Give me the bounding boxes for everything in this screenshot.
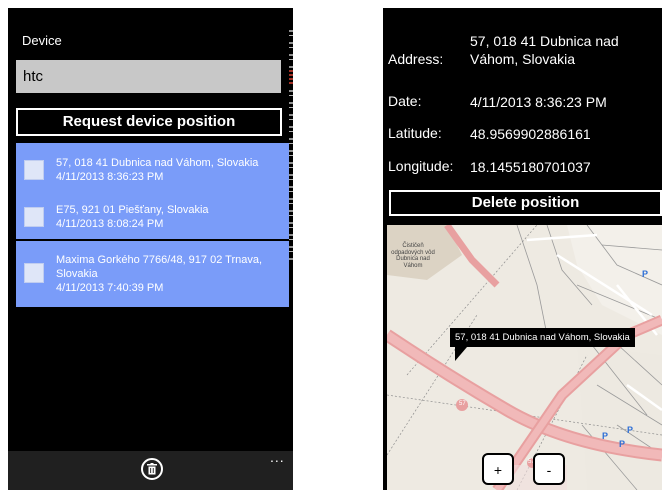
checkbox[interactable] — [24, 263, 44, 283]
latitude-label: Latitude: — [388, 125, 442, 141]
parking-icon: P — [619, 439, 626, 449]
zoom-out-button[interactable]: - — [533, 453, 565, 485]
area-label: Čističeň odpadových vôd Dubnica nad Váho… — [391, 243, 435, 269]
position-address: Maxima Gorkého 7766/48, 917 02 Trnava, S… — [56, 254, 263, 280]
position-date: 4/11/2013 7:40:39 PM — [56, 282, 164, 294]
device-input[interactable]: htc — [16, 60, 281, 93]
position-address: 57, 018 41 Dubnica nad Váhom, Slovakia — [56, 157, 259, 169]
trash-icon[interactable] — [141, 458, 163, 480]
request-position-button[interactable]: Request device position — [16, 108, 282, 136]
position-date: 4/11/2013 8:36:23 PM — [56, 171, 164, 183]
app-bar: ... — [8, 449, 293, 490]
date-label: Date: — [388, 93, 422, 109]
device-list-screen: Device htc Request device position 57, 0… — [8, 8, 293, 490]
parking-icon: P — [627, 425, 634, 435]
position-list-item[interactable]: E75, 921 01 Piešťany, Slovakia 4/11/2013… — [16, 194, 289, 239]
date-value: 4/11/2013 8:36:23 PM — [470, 94, 607, 110]
latitude-value: 48.9569902886161 — [470, 126, 591, 142]
delete-position-button[interactable]: Delete position — [389, 190, 662, 216]
address-value: 57, 018 41 Dubnica nad Váhom, Slovakia — [470, 33, 619, 67]
checkbox[interactable] — [24, 207, 44, 227]
scrollbar[interactable] — [289, 30, 293, 260]
map-pin-popup[interactable]: 57, 018 41 Dubnica nad Váhom, Slovakia — [450, 328, 635, 347]
more-menu-button[interactable]: ... — [270, 449, 285, 465]
position-list-item[interactable]: Maxima Gorkého 7766/48, 917 02 Trnava, S… — [16, 241, 289, 307]
longitude-value: 18.1455180701037 — [470, 159, 591, 175]
zoom-in-button[interactable]: + — [482, 453, 514, 485]
position-list-item[interactable]: 57, 018 41 Dubnica nad Váhom, Slovakia 4… — [16, 143, 289, 197]
parking-icon: P — [602, 431, 609, 441]
road-label: 57 — [459, 401, 466, 407]
parking-icon: P — [642, 269, 649, 279]
map-pin-icon — [455, 347, 467, 361]
position-date: 4/11/2013 8:08:24 PM — [56, 218, 164, 230]
position-address: E75, 921 01 Piešťany, Slovakia — [56, 204, 209, 216]
device-label: Device — [22, 33, 62, 48]
position-detail-screen: Address: 57, 018 41 Dubnica nad Váhom, S… — [383, 8, 662, 490]
map-view[interactable]: Čističeň odpadových vôd Dubnica nad Váho… — [387, 225, 662, 490]
address-label: Address: — [388, 51, 444, 67]
longitude-label: Longitude: — [388, 158, 454, 174]
checkbox[interactable] — [24, 160, 44, 180]
